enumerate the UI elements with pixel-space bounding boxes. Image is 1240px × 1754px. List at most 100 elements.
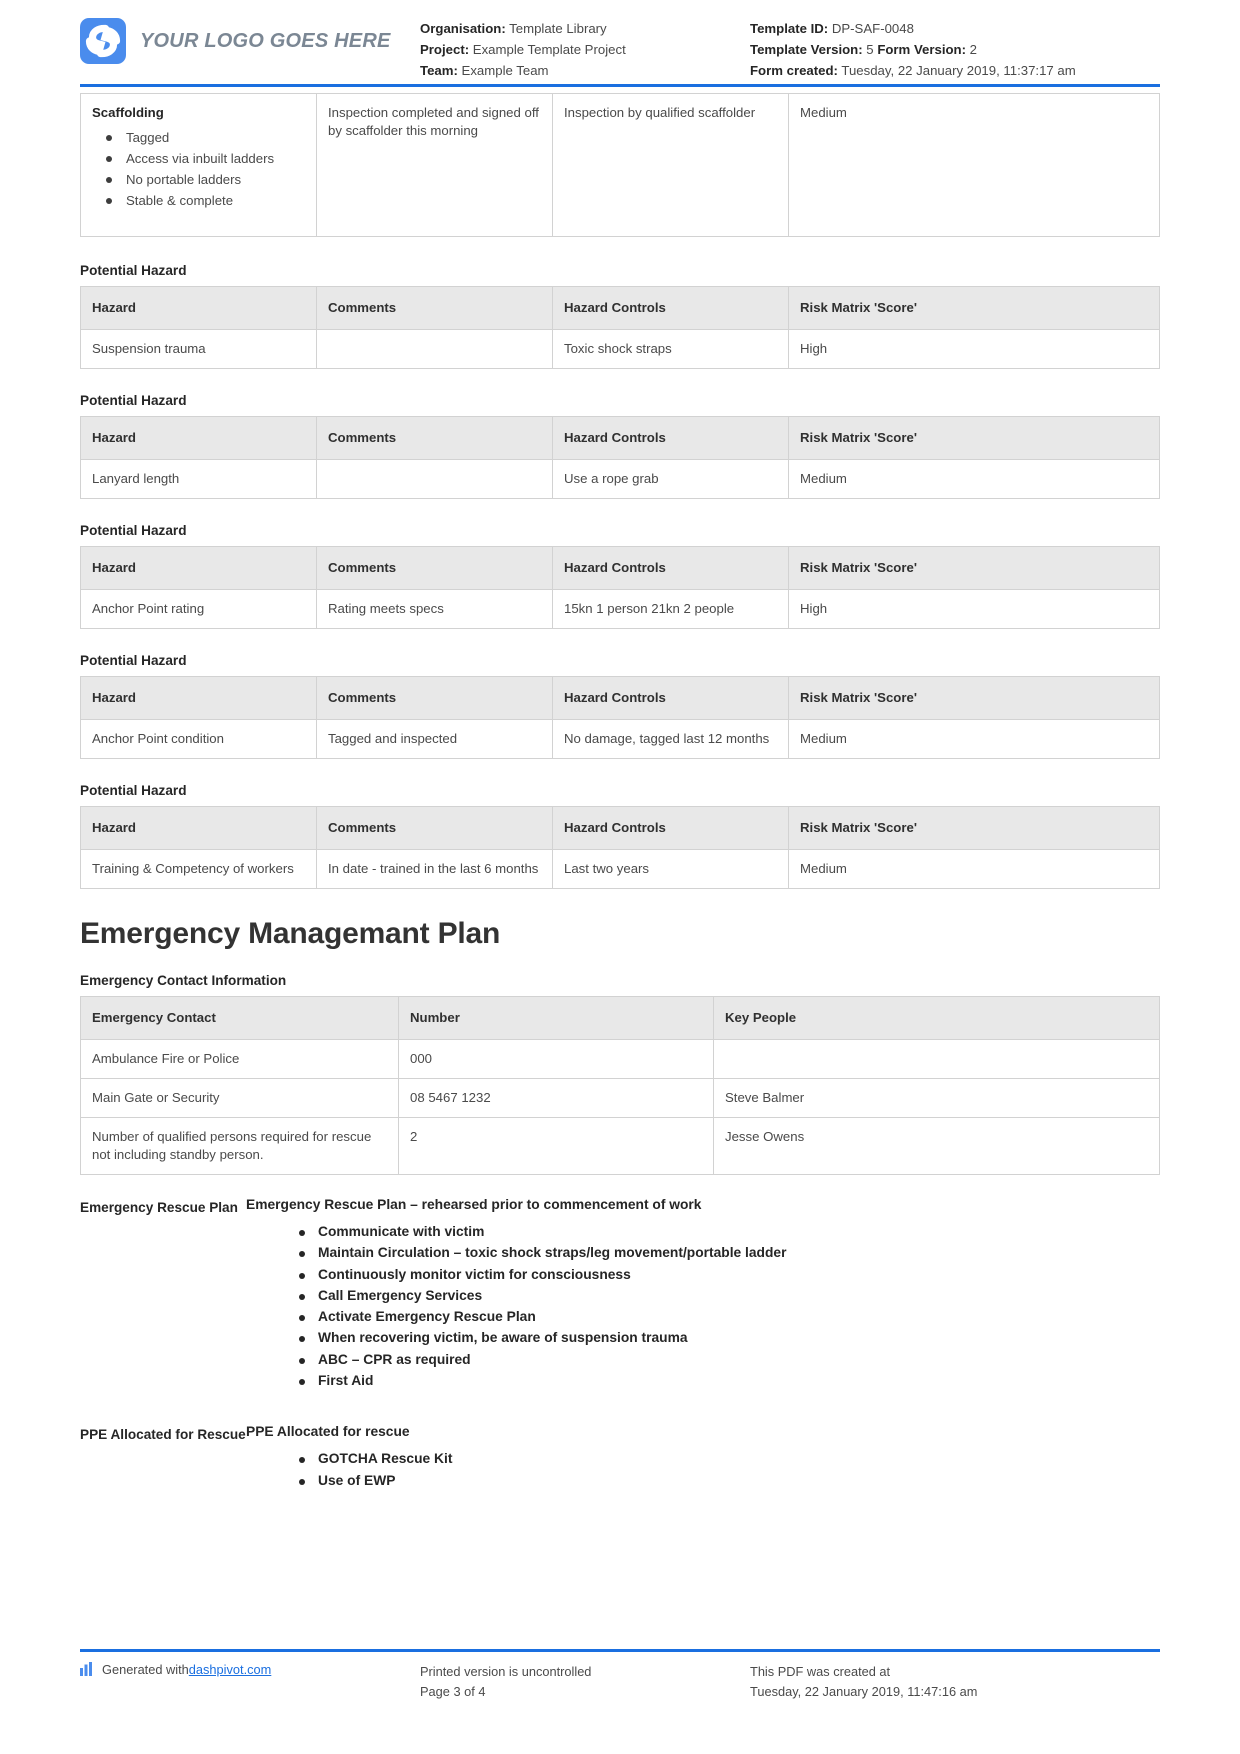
hazard-name-cell: Lanyard length [80, 459, 317, 499]
logo-text: YOUR LOGO GOES HERE [140, 29, 391, 52]
list-item: Communicate with victim [299, 1222, 1160, 1243]
hazard-name-cell: Anchor Point condition [80, 719, 317, 759]
ppe-allocated-heading: PPE Allocated for rescue [246, 1424, 410, 1440]
table-header-row: Hazard Comments Hazard Controls Risk Mat… [80, 676, 1160, 720]
scaffolding-score-cell: Medium [788, 93, 1160, 237]
list-item: Activate Emergency Rescue Plan [299, 1307, 1160, 1328]
team-value: Example Team [461, 63, 549, 78]
dashpivot-link[interactable]: dashpivot.com [189, 1662, 272, 1677]
hazard-comments-cell: Rating meets specs [316, 589, 553, 629]
contact-number-cell: 08 5467 1232 [398, 1078, 714, 1118]
emergency-contacts-table: Emergency Contact Number Key People Ambu… [80, 996, 1160, 1175]
column-header-hazard-controls: Hazard Controls [552, 806, 789, 850]
team-label: Team: [420, 63, 458, 78]
hazard-score-cell: High [788, 589, 1160, 629]
footer-uncontrolled-text: Printed version is uncontrolled [420, 1664, 592, 1679]
table-header-row: Emergency Contact Number Key People [80, 996, 1160, 1040]
footer-generated-with: Generated with dashpivot.com [80, 1662, 420, 1702]
scaffolding-bullet-list: Tagged Access via inbuilt ladders No por… [92, 127, 305, 211]
hazard-table-5: Hazard Comments Hazard Controls Risk Mat… [80, 806, 1160, 889]
header-divider [80, 84, 1160, 87]
template-version-label: Template Version: [750, 42, 863, 57]
potential-hazard-label: Potential Hazard [80, 393, 187, 408]
table-row: Lanyard length Use a rope grab Medium [80, 459, 1160, 499]
column-header-risk-matrix-score: Risk Matrix 'Score' [788, 546, 1160, 590]
page-title: Emergency Managemant Plan [80, 917, 501, 950]
column-header-hazard-controls: Hazard Controls [552, 676, 789, 720]
hazard-name-cell: Training & Competency of workers [80, 849, 317, 889]
list-item: Tagged [106, 127, 305, 148]
organisation-label: Organisation: [420, 21, 506, 36]
footer-generated-text: Generated with [102, 1662, 189, 1677]
column-header-hazard: Hazard [80, 546, 317, 590]
contact-people-cell: Steve Balmer [713, 1078, 1160, 1118]
form-created-label: Form created: [750, 63, 838, 78]
scaffolding-comments-cell: Inspection completed and signed off by s… [316, 93, 553, 237]
form-created-value: Tuesday, 22 January 2019, 11:37:17 am [841, 63, 1076, 78]
list-item: ABC – CPR as required [299, 1350, 1160, 1371]
hazard-comments-cell [316, 459, 553, 499]
list-item: Maintain Circulation – toxic shock strap… [299, 1243, 1160, 1264]
project-value: Example Template Project [472, 42, 626, 57]
table-row: Number of qualified persons required for… [80, 1117, 1160, 1175]
ppe-allocated-body: PPE Allocated for rescue GOTCHA Rescue K… [246, 1424, 1160, 1492]
list-item: Stable & complete [106, 190, 305, 211]
form-version-value: 2 [969, 42, 977, 57]
table-row: Training & Competency of workers In date… [80, 849, 1160, 889]
table-row: Ambulance Fire or Police 000 [80, 1039, 1160, 1079]
ppe-allocated-section: PPE Allocated for Rescue PPE Allocated f… [80, 1424, 1160, 1492]
hazard-table-4: Hazard Comments Hazard Controls Risk Mat… [80, 676, 1160, 759]
list-item: Access via inbuilt ladders [106, 148, 305, 169]
column-header-risk-matrix-score: Risk Matrix 'Score' [788, 416, 1160, 460]
contact-name-cell: Number of qualified persons required for… [80, 1117, 399, 1175]
column-header-comments: Comments [316, 416, 553, 460]
column-header-comments: Comments [316, 676, 553, 720]
list-item: No portable ladders [106, 169, 305, 190]
template-id-label: Template ID: [750, 21, 829, 36]
scaffolding-cell: Scaffolding Tagged Access via inbuilt la… [80, 93, 317, 237]
hazard-name-cell: Anchor Point rating [80, 589, 317, 629]
logo-block: YOUR LOGO GOES HERE [80, 18, 420, 64]
column-header-comments: Comments [316, 806, 553, 850]
emergency-rescue-plan-section: Emergency Rescue Plan Emergency Rescue P… [80, 1197, 1160, 1392]
column-header-hazard-controls: Hazard Controls [552, 416, 789, 460]
dashpivot-logo-icon [80, 18, 126, 64]
footer-page-number: Page 3 of 4 [420, 1684, 486, 1699]
contact-name-cell: Main Gate or Security [80, 1078, 399, 1118]
column-header-hazard: Hazard [80, 286, 317, 330]
list-item: When recovering victim, be aware of susp… [299, 1328, 1160, 1349]
header-meta-left: Organisation: Template Library Project: … [420, 18, 750, 81]
document-header: YOUR LOGO GOES HERE Organisation: Templa… [80, 0, 1160, 82]
header-field-template-id: Template ID: DP-SAF-0048 [750, 18, 1160, 39]
potential-hazard-label: Potential Hazard [80, 263, 187, 278]
contact-people-cell: Jesse Owens [713, 1117, 1160, 1175]
hazard-score-cell: High [788, 329, 1160, 369]
contact-number-cell: 000 [398, 1039, 714, 1079]
hazard-comments-cell: In date - trained in the last 6 months [316, 849, 553, 889]
emergency-rescue-plan-side-label: Emergency Rescue Plan [80, 1200, 238, 1215]
column-header-number: Number [398, 996, 714, 1040]
hazard-table-1: Hazard Comments Hazard Controls Risk Mat… [80, 286, 1160, 369]
column-header-key-people: Key People [713, 996, 1160, 1040]
hazard-controls-cell: 15kn 1 person 21kn 2 people [552, 589, 789, 629]
emergency-rescue-plan-heading: Emergency Rescue Plan – rehearsed prior … [246, 1197, 702, 1212]
column-header-risk-matrix-score: Risk Matrix 'Score' [788, 286, 1160, 330]
column-header-comments: Comments [316, 546, 553, 590]
scaffolding-table: Scaffolding Tagged Access via inbuilt la… [80, 93, 1160, 237]
column-header-risk-matrix-score: Risk Matrix 'Score' [788, 806, 1160, 850]
hazard-comments-cell: Tagged and inspected [316, 719, 553, 759]
scaffolding-title: Scaffolding [92, 105, 164, 120]
list-item: Use of EWP [299, 1471, 1160, 1492]
hazard-score-cell: Medium [788, 719, 1160, 759]
potential-hazard-label: Potential Hazard [80, 523, 187, 538]
potential-hazard-label: Potential Hazard [80, 783, 187, 798]
ppe-allocated-side-label: PPE Allocated for Rescue [80, 1427, 246, 1443]
document-page: YOUR LOGO GOES HERE Organisation: Templa… [0, 0, 1240, 1754]
list-item: Continuously monitor victim for consciou… [299, 1265, 1160, 1286]
header-meta-right: Template ID: DP-SAF-0048 Template Versio… [750, 18, 1160, 81]
footer-created-value: Tuesday, 22 January 2019, 11:47:16 am [750, 1684, 978, 1699]
hazard-controls-cell: Last two years [552, 849, 789, 889]
table-row: Anchor Point rating Rating meets specs 1… [80, 589, 1160, 629]
column-header-hazard-controls: Hazard Controls [552, 546, 789, 590]
table-header-row: Hazard Comments Hazard Controls Risk Mat… [80, 806, 1160, 850]
